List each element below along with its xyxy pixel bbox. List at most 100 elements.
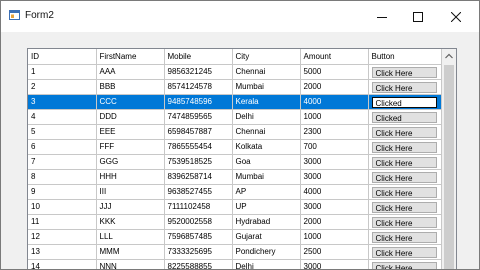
cell-mobile[interactable]: 9485748596 <box>164 94 233 110</box>
cell-city[interactable]: Mumbai <box>232 79 301 95</box>
row-action-button[interactable]: Click Here <box>371 127 437 138</box>
cell-mobile[interactable]: 9520002558 <box>164 214 233 230</box>
cell-amount[interactable]: 3000 <box>300 259 369 269</box>
cell-city[interactable]: Delhi <box>232 259 301 269</box>
cell-amount[interactable]: 5000 <box>300 64 369 80</box>
table-row[interactable]: 6 FFF 7865555454 Kolkata 700 Click Here <box>28 139 442 155</box>
cell-firstname[interactable]: DDD <box>96 109 165 125</box>
row-action-button[interactable]: Click Here <box>371 247 437 258</box>
cell-id[interactable]: 3 <box>28 94 97 110</box>
cell-amount[interactable]: 4000 <box>300 94 369 110</box>
cell-id[interactable]: 7 <box>28 154 97 170</box>
cell-amount[interactable]: 2000 <box>300 79 369 95</box>
cell-amount[interactable]: 1000 <box>300 229 369 245</box>
cell-firstname[interactable]: LLL <box>96 229 165 245</box>
column-header-city[interactable]: City <box>232 49 301 65</box>
cell-id[interactable]: 1 <box>28 64 97 80</box>
cell-firstname[interactable]: III <box>96 184 165 200</box>
title-bar[interactable]: Form2 <box>1 1 479 32</box>
cell-city[interactable]: AP <box>232 184 301 200</box>
row-action-button[interactable]: Click Here <box>371 217 437 228</box>
cell-firstname[interactable]: NNN <box>96 259 165 269</box>
cell-id[interactable]: 8 <box>28 169 97 185</box>
cell-firstname[interactable]: GGG <box>96 154 165 170</box>
table-row[interactable]: 10 JJJ 7111102458 UP 3000 Click Here <box>28 199 442 215</box>
scroll-up-button[interactable] <box>442 49 456 63</box>
cell-id[interactable]: 4 <box>28 109 97 125</box>
row-action-button[interactable]: Click Here <box>371 232 437 243</box>
vertical-scrollbar[interactable] <box>442 49 456 269</box>
row-action-button[interactable]: Click Here <box>371 187 437 198</box>
cell-firstname[interactable]: MMM <box>96 244 165 260</box>
cell-firstname[interactable]: EEE <box>96 124 165 140</box>
cell-id[interactable]: 12 <box>28 229 97 245</box>
table-row[interactable]: 5 EEE 6598457887 Chennai 2300 Click Here <box>28 124 442 140</box>
cell-city[interactable]: Kerala <box>232 94 301 110</box>
table-row[interactable]: 12 LLL 7596857485 Gujarat 1000 Click Here <box>28 229 442 245</box>
scrollbar-thumb[interactable] <box>444 65 454 269</box>
cell-amount[interactable]: 3000 <box>300 169 369 185</box>
cell-mobile[interactable]: 7111102458 <box>164 199 233 215</box>
cell-amount[interactable]: 3000 <box>300 154 369 170</box>
cell-city[interactable]: Chennai <box>232 124 301 140</box>
maximize-button[interactable] <box>399 1 437 32</box>
cell-mobile[interactable]: 7539518525 <box>164 154 233 170</box>
table-row[interactable]: 2 BBB 8574124578 Mumbai 2000 Click Here <box>28 79 442 95</box>
cell-city[interactable]: Delhi <box>232 109 301 125</box>
cell-mobile[interactable]: 7333325695 <box>164 244 233 260</box>
cell-city[interactable]: UP <box>232 199 301 215</box>
cell-amount[interactable]: 700 <box>300 139 369 155</box>
cell-firstname[interactable]: JJJ <box>96 199 165 215</box>
column-header-amount[interactable]: Amount <box>300 49 369 65</box>
cell-firstname[interactable]: BBB <box>96 79 165 95</box>
row-action-button[interactable]: Click Here <box>371 142 437 153</box>
cell-firstname[interactable]: AAA <box>96 64 165 80</box>
cell-id[interactable]: 9 <box>28 184 97 200</box>
table-row[interactable]: 7 GGG 7539518525 Goa 3000 Click Here <box>28 154 442 170</box>
row-action-button[interactable]: Click Here <box>371 157 437 168</box>
cell-id[interactable]: 6 <box>28 139 97 155</box>
row-action-button[interactable]: Clicked <box>371 97 437 108</box>
cell-mobile[interactable]: 9856321245 <box>164 64 233 80</box>
cell-firstname[interactable]: HHH <box>96 169 165 185</box>
cell-mobile[interactable]: 8225588855 <box>164 259 233 269</box>
cell-id[interactable]: 2 <box>28 79 97 95</box>
column-header-firstname[interactable]: FirstName <box>96 49 165 65</box>
table-row[interactable]: 13 MMM 7333325695 Pondichery 2500 Click Here <box>28 244 442 260</box>
cell-amount[interactable]: 4000 <box>300 184 369 200</box>
cell-id[interactable]: 5 <box>28 124 97 140</box>
cell-mobile[interactable]: 7596857485 <box>164 229 233 245</box>
cell-city[interactable]: Hydrabad <box>232 214 301 230</box>
cell-city[interactable]: Gujarat <box>232 229 301 245</box>
cell-mobile[interactable]: 7865555454 <box>164 139 233 155</box>
cell-amount[interactable]: 1000 <box>300 109 369 125</box>
cell-mobile[interactable]: 8396258714 <box>164 169 233 185</box>
cell-amount[interactable]: 3000 <box>300 199 369 215</box>
table-row[interactable]: 8 HHH 8396258714 Mumbai 3000 Click Here <box>28 169 442 185</box>
data-grid-view[interactable]: ID FirstName Mobile City Amount Button 1… <box>27 48 457 269</box>
table-row[interactable]: 4 DDD 7474859565 Delhi 1000 Clicked <box>28 109 442 125</box>
row-action-button[interactable]: Click Here <box>371 82 437 93</box>
cell-amount[interactable]: 2000 <box>300 214 369 230</box>
row-action-button[interactable]: Click Here <box>371 202 437 213</box>
row-action-button[interactable]: Clicked <box>371 112 437 123</box>
table-row[interactable]: 9 III 9638527455 AP 4000 Click Here <box>28 184 442 200</box>
column-header-id[interactable]: ID <box>28 49 97 65</box>
row-action-button[interactable]: Click Here <box>371 262 437 269</box>
cell-city[interactable]: Kolkata <box>232 139 301 155</box>
cell-city[interactable]: Mumbai <box>232 169 301 185</box>
column-header-mobile[interactable]: Mobile <box>164 49 233 65</box>
close-button[interactable] <box>437 1 475 32</box>
cell-firstname[interactable]: FFF <box>96 139 165 155</box>
column-header-button[interactable]: Button <box>368 49 442 65</box>
cell-id[interactable]: 11 <box>28 214 97 230</box>
cell-mobile[interactable]: 8574124578 <box>164 79 233 95</box>
cell-mobile[interactable]: 7474859565 <box>164 109 233 125</box>
table-row[interactable]: 14 NNN 8225588855 Delhi 3000 Click Here <box>28 259 442 269</box>
minimize-button[interactable] <box>363 1 401 32</box>
cell-mobile[interactable]: 9638527455 <box>164 184 233 200</box>
cell-firstname[interactable]: KKK <box>96 214 165 230</box>
table-row[interactable]: 3 CCC 9485748596 Kerala 4000 Clicked <box>28 94 442 110</box>
cell-id[interactable]: 10 <box>28 199 97 215</box>
row-action-button[interactable]: Click Here <box>371 172 437 183</box>
